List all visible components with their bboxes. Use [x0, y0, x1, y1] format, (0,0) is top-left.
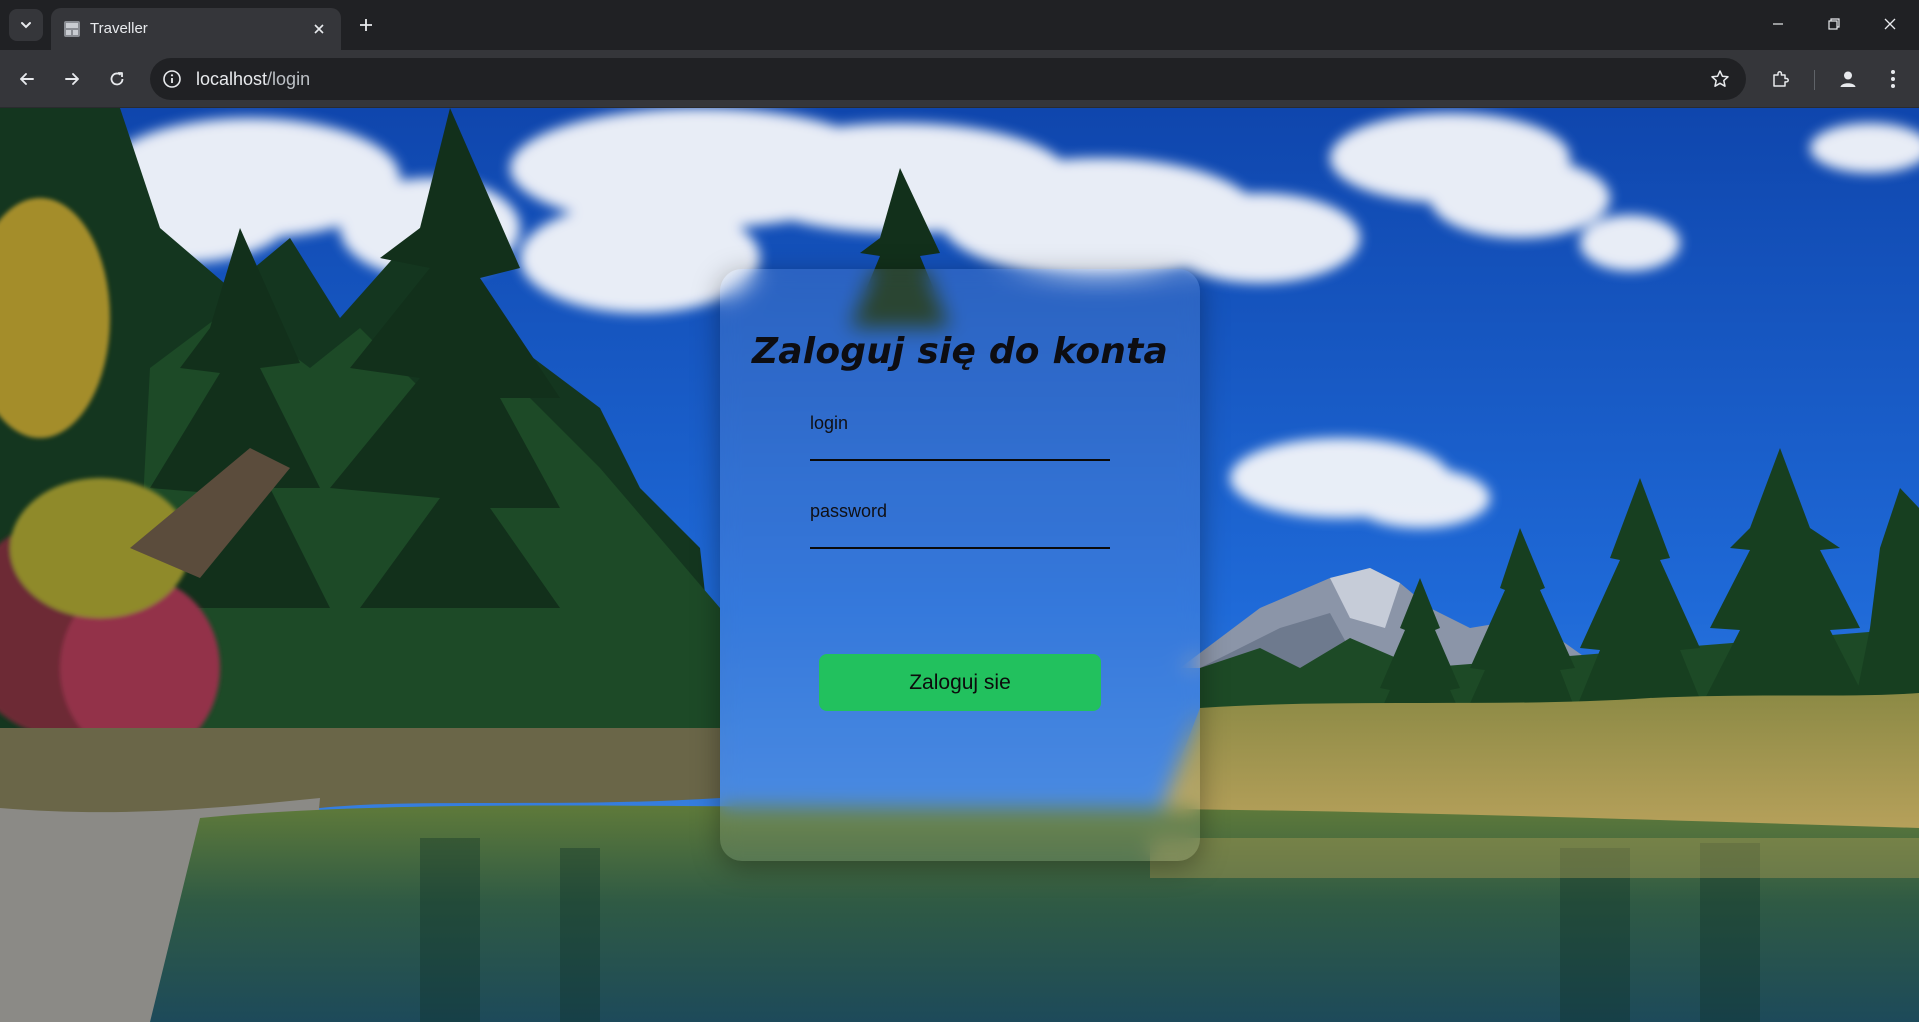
- restore-icon: [1828, 18, 1840, 30]
- page-viewport: Zaloguj się do konta login password Zalo…: [0, 108, 1919, 1022]
- url-text[interactable]: localhost/login: [196, 69, 310, 90]
- tab-strip: Traveller: [0, 0, 1919, 50]
- close-icon: [1884, 18, 1896, 30]
- reload-icon: [110, 72, 124, 86]
- site-info-button[interactable]: [160, 67, 184, 91]
- url-path: /login: [267, 69, 311, 89]
- profile-button[interactable]: [1833, 64, 1863, 94]
- chevron-down-icon: [21, 22, 31, 29]
- login-label: login: [810, 413, 849, 433]
- password-input[interactable]: [810, 525, 1110, 547]
- arrow-left-icon: [20, 73, 34, 85]
- back-button[interactable]: [12, 64, 42, 94]
- page-favicon: [64, 21, 80, 37]
- restore-button[interactable]: [1806, 0, 1862, 48]
- minimize-icon: [1773, 23, 1783, 25]
- forward-button[interactable]: [57, 64, 87, 94]
- extensions-button[interactable]: [1766, 64, 1796, 94]
- login-submit-button[interactable]: Zaloguj sie: [819, 654, 1101, 711]
- star-icon: [1711, 70, 1729, 87]
- active-tab[interactable]: Traveller: [51, 8, 341, 50]
- person-icon: [1840, 71, 1856, 87]
- address-bar[interactable]: localhost/login: [150, 58, 1746, 100]
- info-icon: [163, 70, 181, 88]
- close-icon: [314, 24, 324, 34]
- browser-toolbar: localhost/login: [0, 50, 1919, 108]
- login-card: Zaloguj się do konta login password Zalo…: [720, 269, 1200, 861]
- password-field[interactable]: password: [810, 497, 1110, 549]
- password-label: password: [810, 501, 888, 521]
- kebab-menu-icon: [1891, 70, 1895, 88]
- minimize-button[interactable]: [1750, 0, 1806, 48]
- reload-button[interactable]: [102, 64, 132, 94]
- toolbar-divider: [1814, 70, 1815, 90]
- new-tab-button[interactable]: [352, 11, 380, 39]
- puzzle-icon: [1773, 71, 1789, 87]
- bookmark-button[interactable]: [1708, 67, 1732, 91]
- tab-title: Traveller: [90, 20, 148, 37]
- close-window-button[interactable]: [1862, 0, 1918, 48]
- tab-search-button[interactable]: [9, 9, 43, 41]
- arrow-right-icon: [65, 73, 79, 85]
- login-input[interactable]: [810, 437, 1110, 459]
- browser-menu-button[interactable]: [1878, 64, 1908, 94]
- url-host: localhost: [196, 69, 268, 89]
- plus-icon: [360, 19, 372, 31]
- tab-close-button[interactable]: [307, 17, 331, 41]
- login-field[interactable]: login: [810, 409, 1110, 461]
- login-title: Zaloguj się do konta: [751, 331, 1168, 372]
